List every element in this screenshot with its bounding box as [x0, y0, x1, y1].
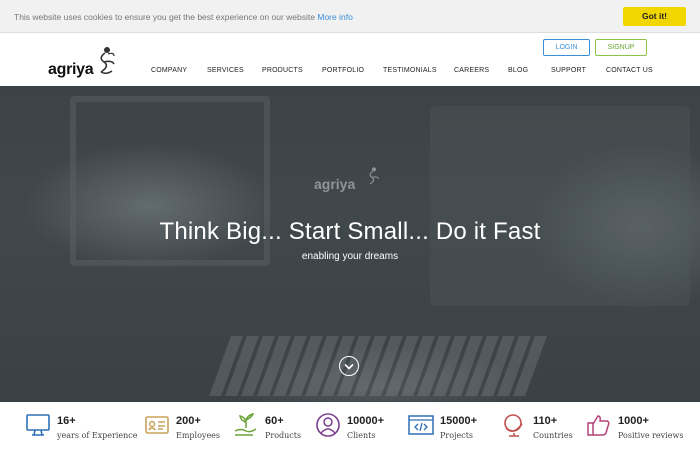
- stat-label: Clients: [347, 431, 376, 440]
- nav-blog[interactable]: BLOG: [508, 67, 528, 74]
- nav-products[interactable]: PRODUCTS: [262, 67, 303, 74]
- stat-number: 16+: [57, 415, 76, 427]
- cookie-banner: This website uses cookies to ensure you …: [0, 0, 700, 33]
- monitor-icon: [26, 414, 50, 436]
- code-window-icon: [408, 415, 434, 435]
- plant-hand-icon: [234, 412, 257, 436]
- stat-label: Projects: [440, 431, 474, 440]
- id-card-icon: [145, 416, 169, 434]
- stat-label: Products: [265, 431, 302, 440]
- nav-company[interactable]: COMPANY: [151, 67, 187, 74]
- chevron-down-icon: [343, 363, 354, 370]
- stat-label: Employees: [176, 431, 221, 440]
- stat-number: 15000+: [440, 415, 478, 427]
- nav-support[interactable]: SUPPORT: [551, 67, 586, 74]
- nav-testimonials[interactable]: TESTIMONIALS: [383, 67, 437, 74]
- hero-subtitle: enabling your dreams: [301, 251, 399, 262]
- stat-label: years of Experience: [57, 431, 138, 440]
- globe-icon: [504, 414, 523, 437]
- more-info-link[interactable]: More info: [317, 12, 352, 22]
- site-header: agriya LOGIN SIGNUP COMPANY SERVICES PRO…: [0, 34, 700, 86]
- user-circle-icon: [316, 413, 340, 437]
- hero-background-keyboard: [209, 336, 551, 396]
- stats-bar: 16+ years of Experience 200+ Employees 6…: [0, 402, 700, 450]
- stat-number: 110+: [533, 415, 558, 427]
- login-button[interactable]: LOGIN: [543, 39, 590, 56]
- stat-label: Countries: [533, 431, 573, 440]
- stat-label: Positive reviews: [618, 431, 684, 440]
- thumbs-up-icon: [587, 415, 610, 436]
- hero-title: Think Big... Start Small... Do it Fast: [159, 218, 541, 245]
- main-nav: COMPANY SERVICES PRODUCTS PORTFOLIO TEST…: [0, 67, 700, 79]
- nav-contact-us[interactable]: CONTACT US: [606, 67, 653, 74]
- hero-logo: agriya: [314, 164, 384, 194]
- scroll-down-button[interactable]: [339, 356, 359, 376]
- nav-portfolio[interactable]: PORTFOLIO: [322, 67, 364, 74]
- hero-logo-figure-icon: [369, 167, 380, 185]
- nav-careers[interactable]: CAREERS: [454, 67, 489, 74]
- hero-background-screen: [430, 106, 690, 306]
- cookie-accept-button[interactable]: Got it!: [623, 7, 686, 26]
- signup-button[interactable]: SIGNUP: [595, 39, 647, 56]
- stat-number: 1000+: [618, 415, 649, 427]
- stat-number: 10000+: [347, 415, 385, 427]
- hero-banner: agriya Think Big... Start Small... Do it…: [0, 86, 700, 402]
- stat-number: 60+: [265, 415, 284, 427]
- cookie-message-text: This website uses cookies to ensure you …: [14, 12, 315, 22]
- cookie-message: This website uses cookies to ensure you …: [14, 12, 353, 22]
- hero-logo-text: agriya: [314, 176, 356, 192]
- nav-services[interactable]: SERVICES: [207, 67, 244, 74]
- stat-number: 200+: [176, 415, 201, 427]
